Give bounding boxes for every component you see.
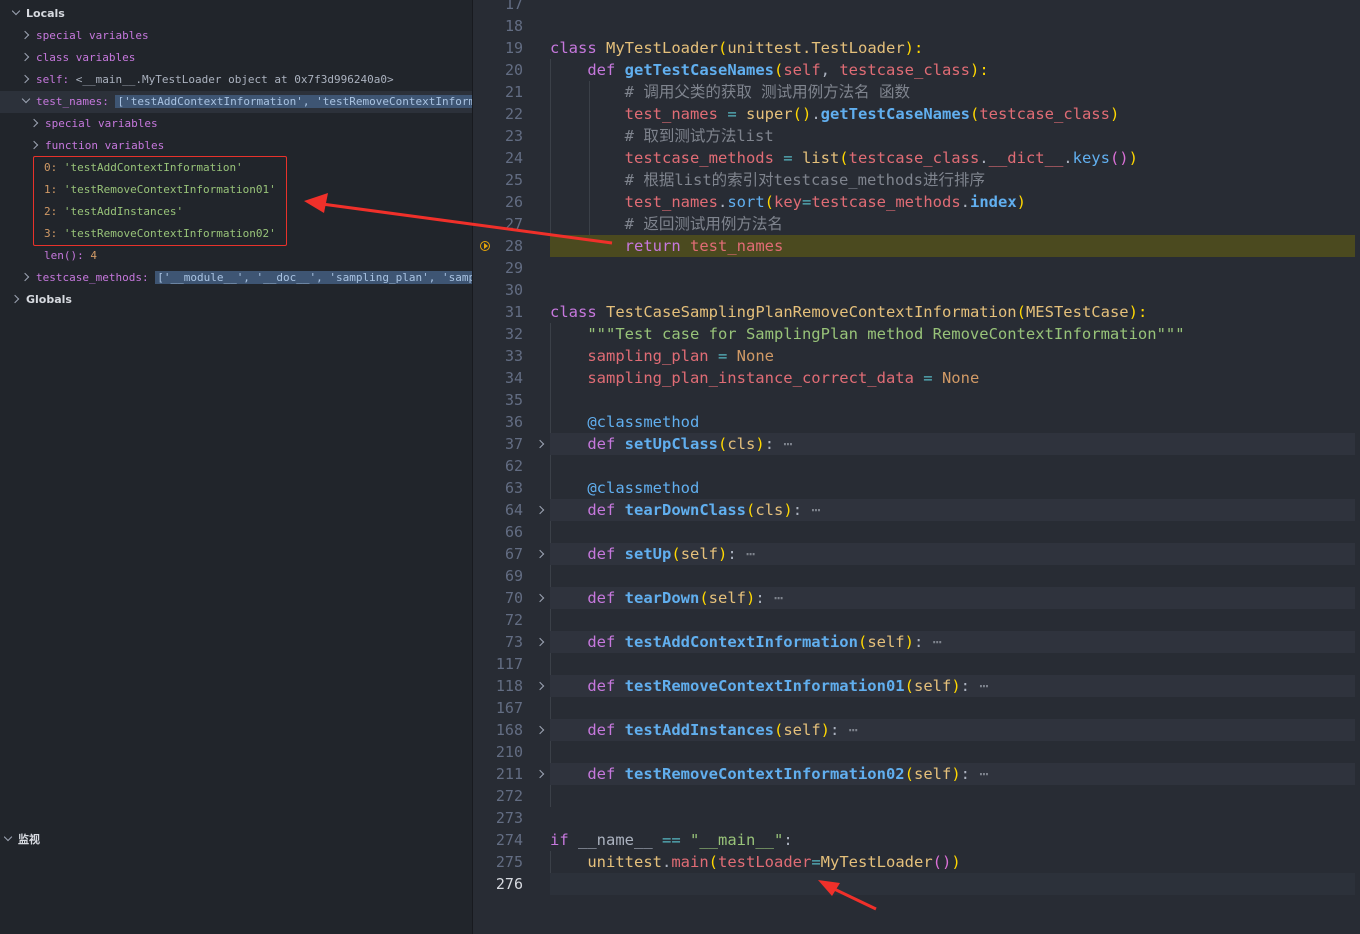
annotation-arrow-head <box>818 880 840 896</box>
annotation-arrow-head <box>304 193 328 213</box>
annotation-arrows <box>304 193 877 911</box>
annotation-arrow-line <box>829 885 877 911</box>
annotation-arrow-line <box>321 202 613 245</box>
